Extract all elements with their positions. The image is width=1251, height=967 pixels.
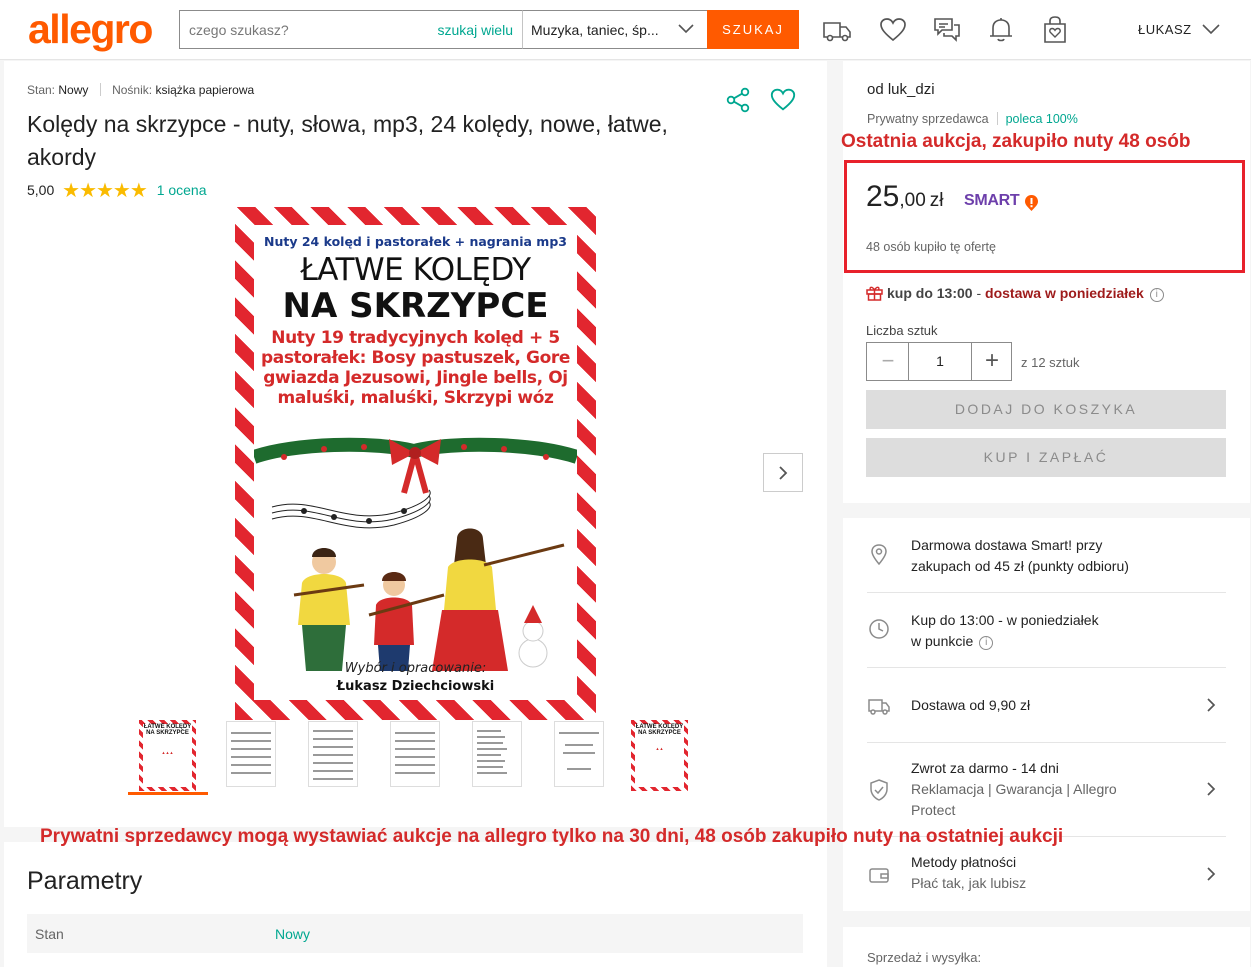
- favorite-heart-icon[interactable]: [769, 86, 797, 114]
- cover-subtitle: Nuty 24 kolęd i pastorałek + nagrania mp…: [264, 234, 567, 249]
- seller-type: Prywatny sprzedawca: [867, 112, 989, 126]
- parameter-value[interactable]: Nowy: [275, 926, 310, 942]
- product-main-image[interactable]: Nuty 24 kolęd i pastorałek + nagrania mp…: [235, 207, 596, 720]
- info-icon[interactable]: i: [1149, 288, 1164, 302]
- bell-icon[interactable]: [986, 15, 1016, 45]
- smart-badge-icon: [1025, 195, 1038, 211]
- search-input[interactable]: [180, 11, 420, 48]
- parameters-title: Parametry: [27, 867, 143, 895]
- quantity-label: Liczba sztuk: [866, 323, 938, 338]
- info-item-shipping-cost[interactable]: Dostawa od 9,90 zł: [867, 668, 1226, 743]
- cover-title-line1: ŁATWE KOLĘDY: [300, 252, 531, 288]
- gallery-thumbnail[interactable]: [538, 717, 618, 795]
- price-integer: 25: [866, 180, 900, 213]
- sales-label: Sprzedaż i wysyłka:: [867, 950, 982, 965]
- info-item-delivery-time[interactable]: Kup do 13:00 - w poniedziałek w punkcie i: [867, 593, 1226, 668]
- search-button[interactable]: SZUKAJ: [707, 10, 799, 49]
- top-header: allegro szukaj wielu Muzyka, taniec, śp.…: [0, 0, 1251, 60]
- cart-bag-icon[interactable]: [1040, 15, 1070, 45]
- category-select[interactable]: Muzyka, taniec, śp...: [522, 10, 708, 49]
- medium-value: książka papierowa: [155, 83, 255, 97]
- gallery-thumbnail[interactable]: [456, 717, 536, 795]
- gallery-thumbnail[interactable]: [210, 717, 290, 795]
- info-item-payment[interactable]: Metody płatności Płać tak, jak lubisz: [867, 837, 1226, 911]
- delivery-cutoff: kup do 13:00: [887, 285, 973, 301]
- allegro-logo[interactable]: allegro: [28, 6, 153, 53]
- annotation-highlight-box: [844, 160, 1245, 273]
- shield-check-icon: [870, 779, 888, 801]
- search-box: szukaj wielu: [179, 10, 523, 49]
- chevron-down-icon: [678, 24, 694, 34]
- chevron-down-icon[interactable]: [1201, 21, 1221, 37]
- product-rating: 5,00 ★★★★★ 1 ocena: [27, 178, 207, 203]
- chevron-right-icon: [779, 466, 788, 480]
- location-pin-icon: [871, 544, 887, 566]
- annotation-bottom: Prywatni sprzedawcy mogą wystawiać aukcj…: [40, 826, 1064, 847]
- cover-illustration: [254, 437, 577, 671]
- heart-icon[interactable]: [878, 15, 908, 45]
- info-item-returns[interactable]: Zwrot za darmo - 14 dni Reklamacja | Gwar…: [867, 743, 1226, 837]
- gallery-thumbnail[interactable]: [374, 717, 454, 795]
- cover-footer-label: Wybór i opracowanie:: [344, 661, 487, 676]
- annotation-top: Ostatnia aukcja, zakupiło nuty 48 osób: [841, 131, 1191, 152]
- rating-count-link[interactable]: 1 ocena: [157, 182, 207, 198]
- smart-badge: SMART: [964, 192, 1020, 209]
- share-icon[interactable]: [725, 86, 753, 114]
- rating-stars: ★★★★★: [62, 180, 148, 202]
- quantity-increase-button[interactable]: +: [972, 343, 1012, 380]
- quantity-available: z 12 sztuk: [1021, 355, 1080, 370]
- delivery-info-list: Darmowa dostawa Smart! przy zakupach od 4…: [843, 518, 1250, 911]
- quantity-stepper: − 1 +: [866, 342, 1012, 381]
- gallery-thumbnail[interactable]: ŁATWE KOLĘDY NA SKRZYPCE ▲▲: [620, 717, 700, 795]
- search-many-link[interactable]: szukaj wielu: [438, 22, 513, 38]
- parameter-key: Stan: [35, 926, 64, 942]
- info-item-free-delivery[interactable]: Darmowa dostawa Smart! przy zakupach od 4…: [867, 518, 1226, 593]
- gift-icon: [866, 286, 883, 301]
- cover-description: Nuty 19 tradycyjnych kolęd + 5 pastorałe…: [261, 328, 570, 408]
- product-attributes: Stan: Nowy Nośnik: książka papierowa: [27, 83, 254, 97]
- parameters-section: Parametry Stan Nowy: [4, 842, 827, 967]
- price: 25,00 zł: [866, 180, 944, 214]
- product-panel: Stan: Nowy Nośnik: książka papierowa Kol…: [4, 61, 827, 827]
- price-decimal: ,00: [899, 190, 926, 211]
- wallet-icon: [869, 868, 889, 883]
- chevron-right-icon: [1207, 782, 1216, 796]
- buy-now-button[interactable]: KUP I ZAPŁAĆ: [866, 438, 1226, 477]
- truck-icon: [868, 699, 890, 715]
- delivery-info: kup do 13:00 - dostawa w poniedziałek i: [866, 285, 1164, 302]
- category-select-value: Muzyka, taniec, śp...: [531, 22, 659, 38]
- cover-author: Łukasz Dziechciowski: [336, 679, 495, 694]
- bought-count: 48 osób kupiło tę ofertę: [866, 240, 996, 254]
- rating-score: 5,00: [27, 182, 55, 198]
- condition-value: Nowy: [58, 83, 89, 97]
- cover-title-line2: NA SKRZYPCE: [282, 286, 549, 326]
- parameter-row: Stan Nowy: [27, 914, 803, 953]
- product-title: Kolędy na skrzypce - nuty, słowa, mp3, 2…: [27, 111, 668, 170]
- price-currency: zł: [929, 190, 944, 211]
- cover-content: Nuty 24 kolęd i pastorałek + nagrania mp…: [254, 225, 577, 700]
- seller-name[interactable]: od luk_dzi: [867, 81, 935, 98]
- chat-icon[interactable]: [932, 15, 962, 45]
- add-to-cart-button[interactable]: DODAJ DO KOSZYKA: [866, 390, 1226, 429]
- sales-section: Sprzedaż i wysyłka:: [843, 927, 1250, 967]
- delivery-truck-icon[interactable]: [822, 15, 852, 45]
- gallery-thumbnail[interactable]: ŁATWE KOLĘDY NA SKRZYPCE ▲▲▲: [128, 717, 208, 795]
- user-menu[interactable]: ŁUKASZ: [1138, 22, 1192, 37]
- delivery-day: dostawa w poniedziałek: [985, 285, 1144, 301]
- buy-box: od luk_dzi Prywatny sprzedawca poleca 100…: [843, 61, 1250, 503]
- condition-label: Stan:: [27, 83, 56, 97]
- clock-icon: [869, 619, 889, 639]
- seller-meta: Prywatny sprzedawca poleca 100%: [867, 112, 1078, 126]
- quantity-input[interactable]: 1: [908, 342, 972, 381]
- gallery-thumbnails: ŁATWE KOLĘDY NA SKRZYPCE ▲▲▲ ŁATWE KOLĘDY N…: [128, 717, 708, 795]
- chevron-right-icon: [1207, 698, 1216, 712]
- seller-recommend-link[interactable]: poleca 100%: [1006, 112, 1078, 126]
- quantity-decrease-button[interactable]: −: [867, 343, 909, 380]
- info-icon[interactable]: i: [979, 636, 994, 650]
- gallery-thumbnail[interactable]: [292, 717, 372, 795]
- chevron-right-icon: [1207, 867, 1216, 881]
- medium-label: Nośnik:: [112, 83, 153, 97]
- gallery-next-button[interactable]: [763, 453, 803, 492]
